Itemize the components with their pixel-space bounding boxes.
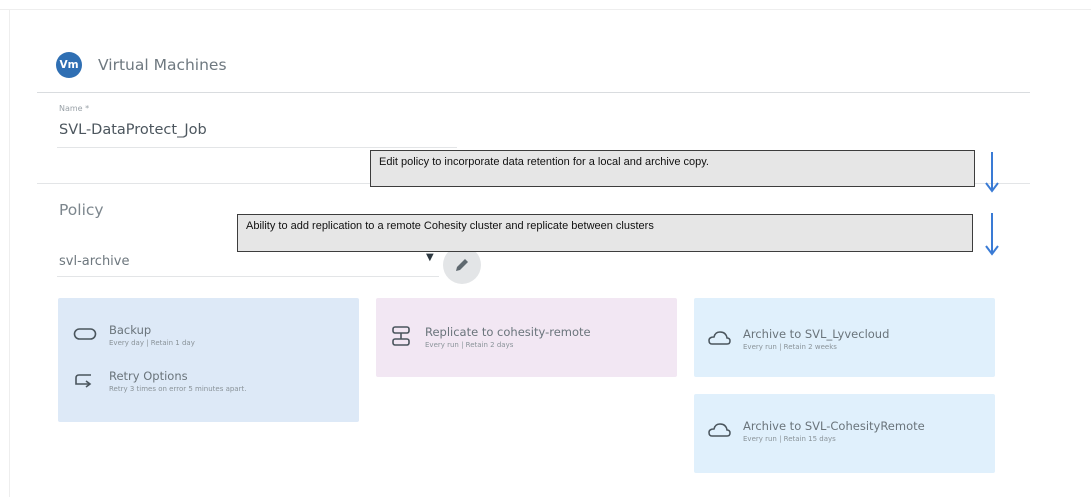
section-header: Vm Virtual Machines <box>56 52 227 78</box>
pencil-icon <box>456 259 468 271</box>
section-title: Virtual Machines <box>98 56 227 74</box>
replicate-icon <box>388 325 414 347</box>
backup-title: Backup <box>109 323 152 337</box>
retry-icon <box>72 369 98 391</box>
backup-icon <box>72 323 98 345</box>
retry-detail: Retry 3 times on error 5 minutes apart. <box>109 385 247 393</box>
annotation-callout-retention: Edit policy to incorporate data retentio… <box>370 150 975 187</box>
name-field[interactable]: SVL-DataProtect_Job <box>59 122 207 138</box>
vm-avatar: Vm <box>56 52 82 78</box>
policy-select[interactable]: svl-archive <box>59 254 129 269</box>
retry-title: Retry Options <box>109 369 188 383</box>
arrow-down-icon <box>985 152 999 193</box>
archive-cohesityremote-title: Archive to SVL-CohesityRemote <box>743 419 925 433</box>
replicate-title: Replicate to cohesity-remote <box>425 325 591 339</box>
archive-lyvecloud-detail: Every run | Retain 2 weeks <box>743 343 837 351</box>
retry-row: Retry Options Retry 3 times on error 5 m… <box>72 369 246 394</box>
archive-cohesityremote-card[interactable]: Archive to SVL-CohesityRemote Every run … <box>694 394 995 473</box>
replicate-detail: Every run | Retain 2 days <box>425 341 514 349</box>
replicate-row: Replicate to cohesity-remote Every run |… <box>388 325 591 350</box>
policy-select-underline <box>57 276 439 277</box>
backup-row: Backup Every day | Retain 1 day <box>72 323 195 348</box>
backup-card[interactable]: Backup Every day | Retain 1 day Retry Op… <box>58 298 359 422</box>
policy-label: Policy <box>59 201 104 219</box>
frame-left-border <box>9 9 10 497</box>
cloud-icon <box>706 419 732 441</box>
arrow-down-icon <box>985 213 999 256</box>
annotation-callout-replication: Ability to add replication to a remote C… <box>237 214 973 252</box>
archive-lyvecloud-row: Archive to SVL_Lyvecloud Every run | Ret… <box>706 327 889 352</box>
archive-lyvecloud-card[interactable]: Archive to SVL_Lyvecloud Every run | Ret… <box>694 298 995 377</box>
cloud-icon <box>706 327 732 349</box>
name-field-label: Name * <box>59 104 90 113</box>
backup-detail: Every day | Retain 1 day <box>109 339 195 347</box>
archive-cohesityremote-detail: Every run | Retain 15 days <box>743 435 836 443</box>
caret-down-icon[interactable]: ▼ <box>426 252 434 263</box>
replicate-card[interactable]: Replicate to cohesity-remote Every run |… <box>376 298 677 377</box>
archive-cohesityremote-row: Archive to SVL-CohesityRemote Every run … <box>706 419 925 444</box>
name-field-underline <box>57 147 457 148</box>
header-divider <box>37 92 1030 93</box>
archive-lyvecloud-title: Archive to SVL_Lyvecloud <box>743 327 890 341</box>
frame-top-border <box>0 9 1091 10</box>
